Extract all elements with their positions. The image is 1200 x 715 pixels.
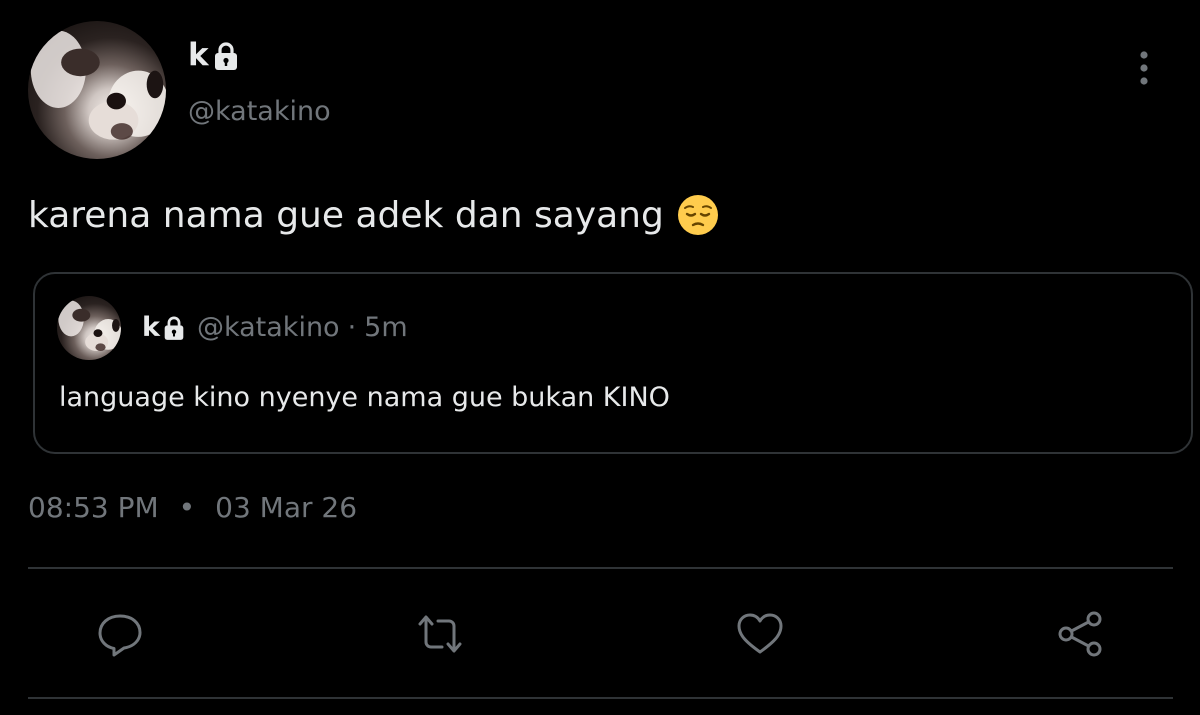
quoted-time: 5m	[364, 312, 408, 343]
quoted-tweet-header: k @katakino · 5m	[142, 314, 408, 341]
dog-photo-avatar-icon	[58, 300, 121, 352]
quoted-author-handle: @katakino	[196, 312, 340, 343]
more-options-icon[interactable]	[1130, 50, 1158, 86]
quoted-author-avatar	[57, 296, 121, 360]
reply-icon	[98, 614, 142, 657]
retweet-icon	[418, 615, 462, 653]
share-icon	[1058, 611, 1102, 657]
quoted-tweet-text: language kino nyenye nama gue bukan KINO	[59, 382, 670, 413]
author-handle[interactable]: @katakino	[188, 96, 331, 127]
retweet-button[interactable]	[410, 604, 470, 664]
tweet-text: karena nama gue adek dan sayang	[28, 193, 720, 237]
author-display-name[interactable]: k	[188, 40, 239, 71]
tweet-metadata: 08:53 PM • 03 Mar 26	[28, 491, 357, 524]
lock-icon	[164, 316, 184, 340]
tweet-date: 03 Mar 26	[215, 491, 358, 524]
quoted-tweet-card[interactable]: k @katakino · 5m language kino nyenye na…	[33, 272, 1193, 454]
tweet-text-content: karena nama gue adek dan sayang	[28, 194, 664, 236]
like-button[interactable]	[730, 604, 790, 664]
heart-icon	[737, 613, 783, 654]
reply-button[interactable]	[90, 604, 150, 664]
divider	[28, 567, 1173, 569]
author-name-text: k	[188, 37, 209, 73]
author-avatar[interactable]	[28, 21, 166, 159]
lock-icon	[214, 41, 237, 70]
pensive-face-emoji-icon	[677, 195, 718, 235]
meta-separator: •	[178, 491, 196, 524]
divider	[28, 697, 1173, 699]
quoted-separator: ·	[347, 312, 357, 343]
dog-photo-avatar-icon	[30, 30, 166, 140]
share-button[interactable]	[1050, 604, 1110, 664]
quoted-author-name: k	[142, 312, 160, 343]
tweet-time: 08:53 PM	[28, 491, 159, 524]
